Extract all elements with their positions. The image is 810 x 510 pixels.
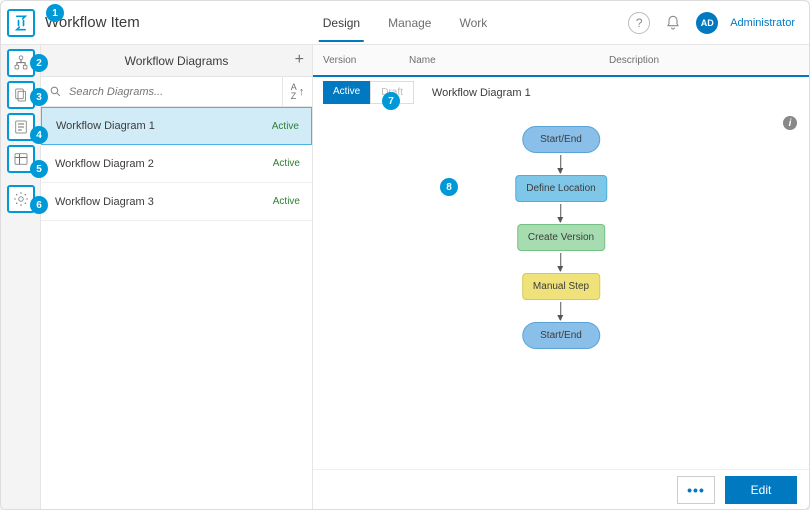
flow-node-end[interactable]: Start/End — [522, 322, 600, 349]
avatar[interactable]: AD — [696, 12, 718, 34]
diagram-status: Active — [273, 158, 300, 169]
flow-arrow — [561, 253, 562, 271]
footer: ••• Edit — [313, 469, 809, 509]
diagrams-panel: Workflow Diagrams + AZ↑ Workflow Diagram… — [41, 45, 313, 509]
main-area: Version Name Description Active Draft Wo… — [313, 45, 809, 509]
header-tabs: Design Manage Work — [319, 3, 492, 42]
search-icon — [41, 85, 69, 98]
sort-button[interactable]: AZ↑ — [282, 77, 312, 107]
notifications-icon[interactable] — [662, 12, 684, 34]
tab-manage[interactable]: Manage — [384, 3, 435, 42]
flow-arrow — [561, 204, 562, 222]
diagram-item[interactable]: Workflow Diagram 1 Active — [41, 107, 312, 145]
diagram-item[interactable]: Workflow Diagram 3 Active — [41, 183, 312, 221]
search-input[interactable] — [69, 86, 282, 98]
page-title: Workflow Item — [45, 14, 140, 31]
version-tab-draft[interactable]: Draft — [370, 81, 414, 104]
app-header: Workflow Item Design Manage Work ? AD Ad… — [1, 1, 809, 45]
diagram-name: Workflow Diagram 1 — [56, 120, 155, 132]
flow-arrow — [561, 155, 562, 173]
panel-search: AZ↑ — [41, 77, 312, 107]
diagram-name: Workflow Diagram 3 — [55, 196, 154, 208]
tab-design[interactable]: Design — [319, 3, 364, 42]
rail-diagrams[interactable] — [7, 49, 35, 77]
flow-node-define-location[interactable]: Define Location — [515, 175, 607, 202]
rail-pages[interactable] — [7, 81, 35, 109]
tab-work[interactable]: Work — [455, 3, 491, 42]
add-diagram-button[interactable]: + — [295, 51, 304, 69]
diagram-item[interactable]: Workflow Diagram 2 Active — [41, 145, 312, 183]
help-icon[interactable]: ? — [628, 12, 650, 34]
col-version: Version — [313, 55, 409, 66]
diagram-status: Active — [272, 121, 299, 132]
app-icon[interactable] — [7, 9, 35, 37]
rail-form[interactable] — [7, 113, 35, 141]
flow-arrow — [561, 302, 562, 320]
selected-diagram-name: Workflow Diagram 1 — [432, 87, 531, 99]
info-icon[interactable]: i — [783, 116, 797, 130]
panel-title-text: Workflow Diagrams — [125, 54, 229, 68]
diagram-name: Workflow Diagram 2 — [55, 158, 154, 170]
left-rail — [1, 45, 41, 509]
version-row: Active Draft Workflow Diagram 1 — [313, 77, 809, 108]
diagram-canvas[interactable]: i Start/End Define Location Create Versi… — [313, 108, 809, 469]
more-button[interactable]: ••• — [677, 476, 715, 504]
rail-settings[interactable] — [7, 185, 35, 213]
col-description: Description — [609, 55, 809, 66]
version-tab-active[interactable]: Active — [323, 81, 370, 104]
flow-chart: Start/End Define Location Create Version… — [515, 126, 607, 349]
rail-grid[interactable] — [7, 145, 35, 173]
main-columns: Version Name Description — [313, 45, 809, 77]
edit-button[interactable]: Edit — [725, 476, 797, 504]
col-name: Name — [409, 55, 609, 66]
diagram-status: Active — [273, 196, 300, 207]
username[interactable]: Administrator — [730, 17, 795, 29]
panel-title: Workflow Diagrams + — [41, 45, 312, 77]
flow-node-start[interactable]: Start/End — [522, 126, 600, 153]
flow-node-create-version[interactable]: Create Version — [517, 224, 605, 251]
flow-node-manual-step[interactable]: Manual Step — [522, 273, 600, 300]
diagram-list: Workflow Diagram 1 Active Workflow Diagr… — [41, 107, 312, 509]
